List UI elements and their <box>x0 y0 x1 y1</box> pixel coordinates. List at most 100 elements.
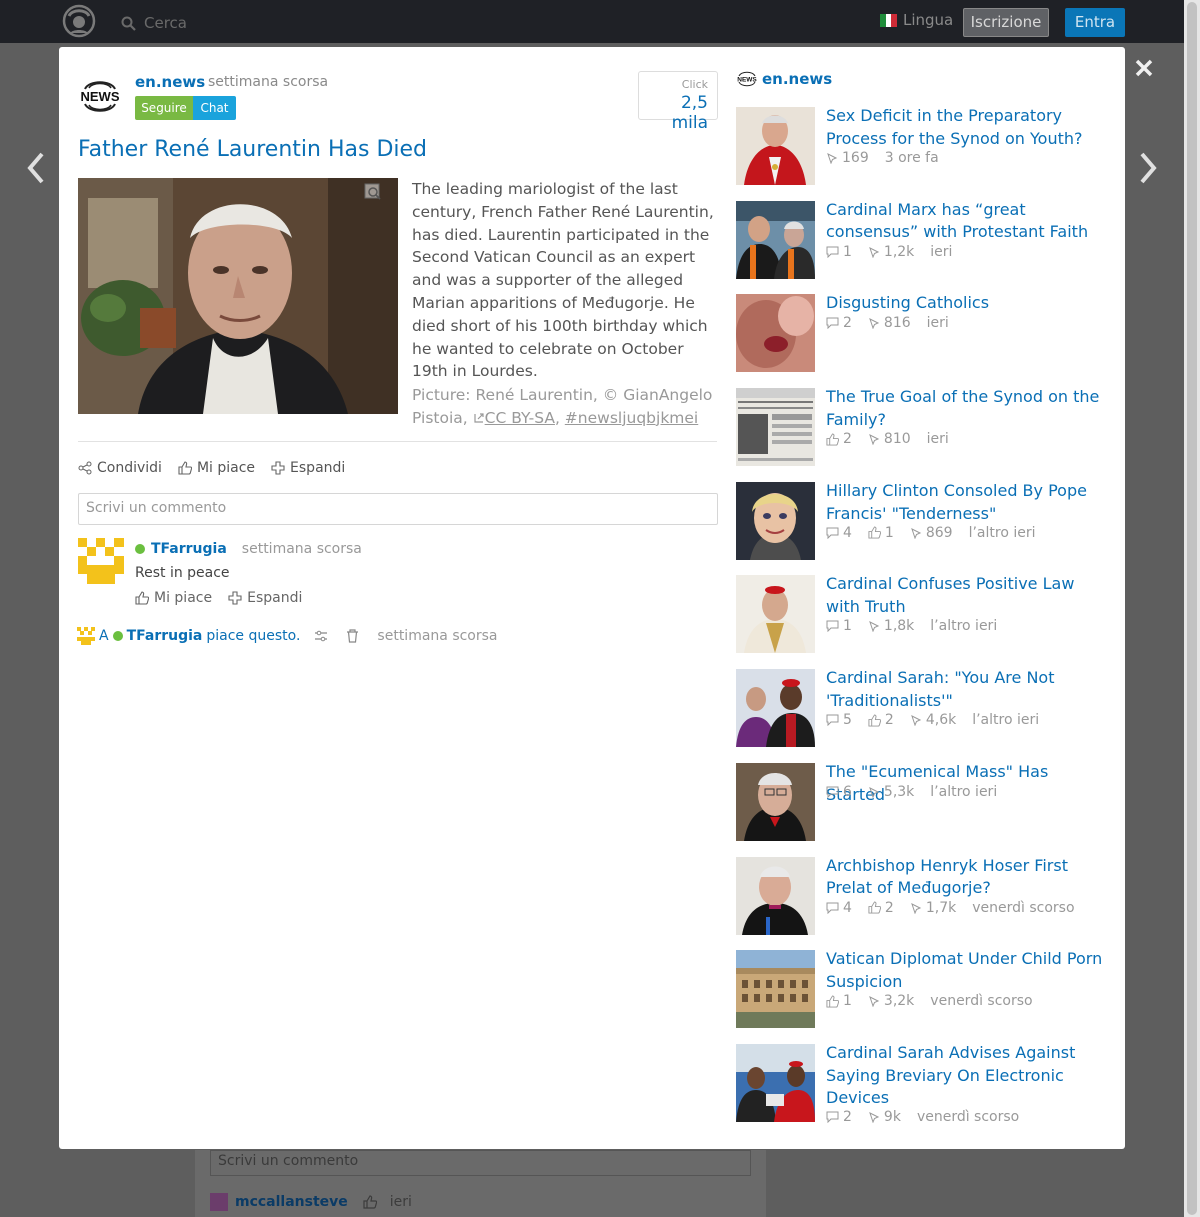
chat-button[interactable]: Chat <box>193 96 236 120</box>
zoom-icon[interactable] <box>364 183 382 201</box>
article-modal: NEWS en.news settimana scorsa Seguire Ch… <box>59 47 1125 1149</box>
license-link[interactable]: CC BY-SA <box>485 409 555 427</box>
comment-username[interactable]: TFarrugia <box>151 541 227 557</box>
likes-count: 1 <box>884 524 894 541</box>
online-status-icon <box>135 544 145 554</box>
like-icon[interactable] <box>363 1195 377 1209</box>
site-logo-icon[interactable] <box>58 4 100 38</box>
previous-arrow-icon[interactable] <box>24 150 48 186</box>
scrollbar-thumb[interactable] <box>1187 2 1197 1215</box>
news-title[interactable]: Cardinal Sarah: "You Are Not 'Traditiona… <box>826 667 1111 713</box>
news-time: l’altro ieri <box>930 618 998 635</box>
likes-username[interactable]: TFarrugia <box>127 628 203 644</box>
views-icon <box>868 317 880 330</box>
news-thumbnail[interactable] <box>736 575 815 654</box>
login-button[interactable]: Entra <box>1065 8 1125 37</box>
search-field[interactable]: Cerca <box>121 14 187 32</box>
like-button[interactable]: Mi piace <box>178 460 255 476</box>
photo-caption: Picture: René Laurentin, © GianAngelo Pi… <box>412 386 713 427</box>
news-title[interactable]: Archbishop Henryk Hoser First Prelat of … <box>826 855 1111 901</box>
news-thumbnail[interactable] <box>736 762 815 841</box>
close-icon[interactable] <box>1134 58 1154 78</box>
avatar[interactable] <box>78 538 124 584</box>
article-title[interactable]: Father René Laurentin Has Died <box>78 137 427 162</box>
comment-like-button[interactable]: Mi piace <box>135 590 212 606</box>
views-icon <box>868 1111 880 1123</box>
sidebar-source-name: en.news <box>762 70 833 88</box>
news-thumbnail[interactable] <box>736 669 815 748</box>
share-button[interactable]: Condividi <box>78 460 162 476</box>
comment-icon <box>826 246 839 258</box>
avatar <box>210 1193 228 1211</box>
next-arrow-icon[interactable] <box>1136 150 1160 186</box>
list-item[interactable]: The True Goal of the Synod on the Family… <box>736 386 1116 482</box>
news-title[interactable]: Cardinal Marx has “great consensus” with… <box>826 199 1111 245</box>
thumb-up-icon <box>135 591 149 605</box>
news-thumbnail[interactable] <box>736 200 815 279</box>
news-title[interactable]: Cardinal Confuses Positive Law with Trut… <box>826 573 1111 619</box>
list-item[interactable]: Cardinal Marx has “great consensus” with… <box>736 199 1116 295</box>
news-logo-icon: NEWS <box>736 71 758 87</box>
list-item[interactable]: Cardinal Sarah: "You Are Not 'Traditiona… <box>736 667 1116 763</box>
thumb-up-icon <box>868 714 881 727</box>
background-user-row: mccallansteve ieri <box>210 1193 412 1211</box>
comment-expand-button[interactable]: Espandi <box>228 590 302 606</box>
news-title[interactable]: Disgusting Catholics <box>826 292 1111 315</box>
views-stat: 3,2k <box>868 993 914 1009</box>
background-time: ieri <box>389 1194 412 1210</box>
news-title[interactable]: Sex Deficit in the Preparatory Process f… <box>826 105 1111 151</box>
background-comment-input[interactable]: Scrivi un commento <box>210 1150 751 1176</box>
list-item[interactable]: Cardinal Sarah Advises Against Saying Br… <box>736 1042 1116 1138</box>
page-scrollbar[interactable] <box>1184 0 1200 1217</box>
plus-icon <box>228 591 242 605</box>
news-time: ieri <box>926 431 949 448</box>
follow-button[interactable]: Seguire <box>135 96 193 120</box>
news-tag-link[interactable]: #newsljuqbjkmei <box>565 409 698 427</box>
news-time: ieri <box>926 315 949 332</box>
list-item[interactable]: Vatican Diplomat Under Child Porn Suspic… <box>736 948 1116 1044</box>
news-title[interactable]: Cardinal Sarah Advises Against Saying Br… <box>826 1042 1111 1110</box>
sidebar-header[interactable]: NEWS en.news <box>736 70 832 88</box>
news-thumbnail[interactable] <box>736 481 815 560</box>
settings-icon[interactable] <box>314 629 328 643</box>
likes-stat: 1 <box>868 525 894 541</box>
search-icon <box>121 16 136 31</box>
views-icon <box>826 152 838 164</box>
list-item[interactable]: The "Ecumenical Mass" Has Started 6 5,3k… <box>736 762 1116 857</box>
plus-icon <box>271 461 285 475</box>
news-title[interactable]: Vatican Diplomat Under Child Porn Suspic… <box>826 948 1111 994</box>
news-time: 3 ore fa <box>884 150 939 166</box>
news-title[interactable]: The True Goal of the Synod on the Family… <box>826 386 1111 432</box>
news-time: l’altro ieri <box>972 712 1040 729</box>
article-photo[interactable] <box>78 178 398 414</box>
list-item[interactable]: Archbishop Henryk Hoser First Prelat of … <box>736 855 1116 951</box>
news-thumbnail[interactable] <box>736 107 815 185</box>
list-item[interactable]: Cardinal Confuses Positive Law with Trut… <box>736 573 1116 669</box>
thumb-up-icon <box>868 901 881 914</box>
comment-input[interactable]: Scrivi un commento <box>78 493 718 525</box>
likes-prefix: A <box>99 628 109 644</box>
news-thumbnail[interactable] <box>736 294 815 373</box>
expand-button[interactable]: Espandi <box>271 460 345 476</box>
views-count: 3,2k <box>883 993 915 1010</box>
list-item[interactable]: Sex Deficit in the Preparatory Process f… <box>736 105 1116 201</box>
news-thumbnail[interactable] <box>736 950 815 1029</box>
news-thumbnail[interactable] <box>736 1043 815 1122</box>
views-stat: 816 <box>868 315 911 331</box>
news-thumbnail[interactable] <box>736 388 815 467</box>
news-logo-icon[interactable]: NEWS <box>77 79 123 113</box>
list-item[interactable]: Disgusting Catholics 2 816 ieri <box>736 292 1116 388</box>
thumb-up-icon <box>178 461 192 475</box>
likes-count: 2 <box>884 899 894 916</box>
article-actions: Condividi Mi piace Espandi <box>78 460 345 476</box>
list-item[interactable]: Hillary Clinton Consoled By Pope Francis… <box>736 480 1116 576</box>
news-title[interactable]: Hillary Clinton Consoled By Pope Francis… <box>826 480 1111 526</box>
trash-icon[interactable] <box>346 629 359 643</box>
background-username[interactable]: mccallansteve <box>235 1194 348 1210</box>
avatar[interactable] <box>77 627 95 645</box>
language-selector[interactable]: Lingua <box>880 11 953 29</box>
views-stat: 5,3k <box>868 784 914 800</box>
register-button[interactable]: Iscrizione <box>963 8 1049 37</box>
source-name[interactable]: en.news <box>135 73 205 91</box>
news-thumbnail[interactable] <box>736 856 815 935</box>
